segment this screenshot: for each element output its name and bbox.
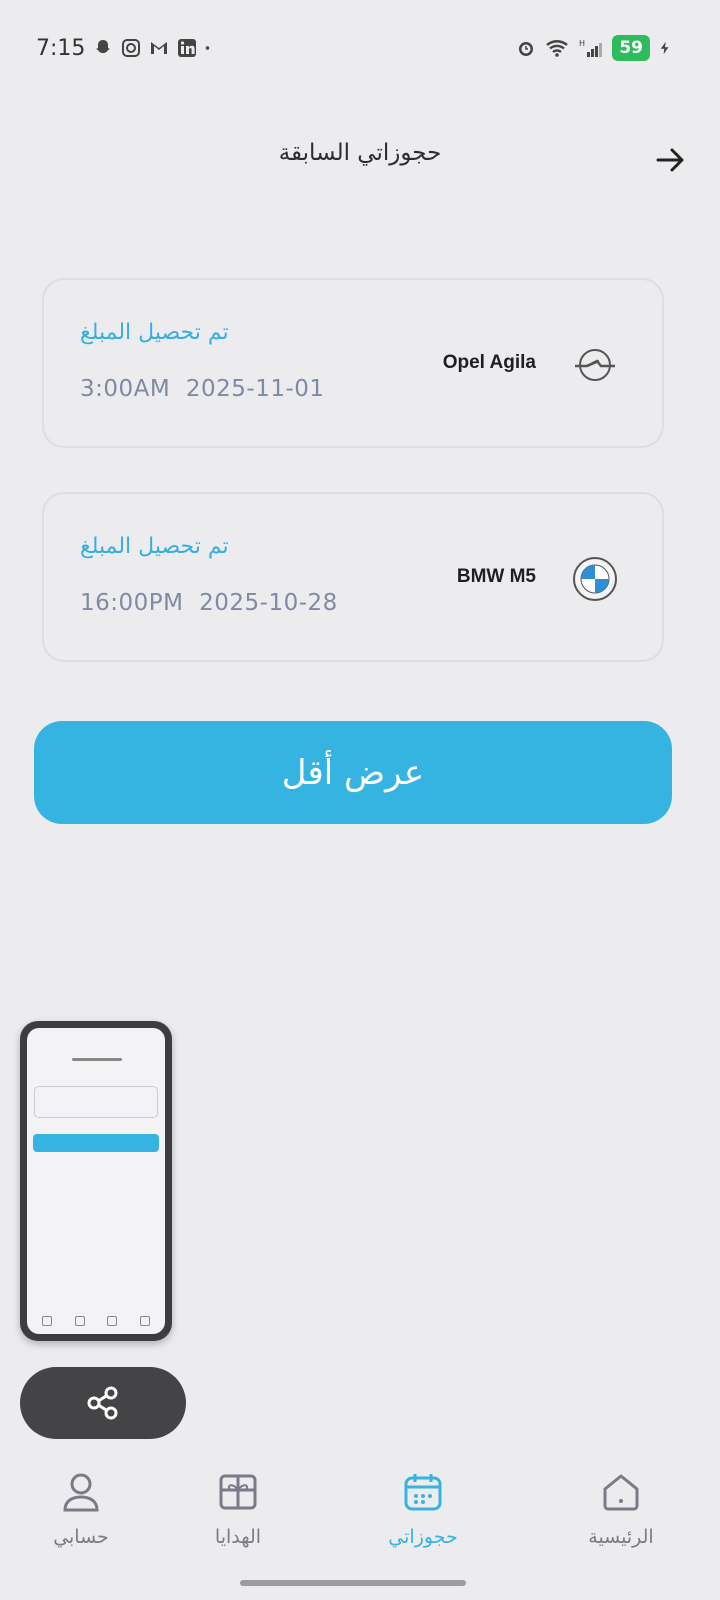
payment-status: تم تحصيل المبلغ xyxy=(80,320,229,345)
opel-logo-icon xyxy=(572,342,618,388)
booking-card[interactable]: تم تحصيل المبلغ 16:00PM 2025-10-28 BMW M… xyxy=(42,492,664,662)
notification-dot-icon xyxy=(206,46,210,50)
signal-icon: H xyxy=(579,39,603,57)
booking-datetime: 16:00PM 2025-10-28 xyxy=(80,590,338,616)
nav-label-home: الرئيسية xyxy=(588,1526,654,1548)
user-icon xyxy=(59,1470,103,1514)
preview-title xyxy=(72,1058,122,1061)
alarm-icon xyxy=(519,42,534,56)
linkedin-icon xyxy=(178,39,197,57)
nav-item-gifts[interactable]: الهدايا xyxy=(173,1470,303,1548)
nav-item-account[interactable]: حسابي xyxy=(16,1470,146,1548)
share-icon xyxy=(87,1386,118,1420)
back-button[interactable] xyxy=(650,140,690,180)
nav-item-bookings[interactable]: حجوزاتي xyxy=(358,1470,488,1548)
status-time: 7:15 xyxy=(36,35,86,61)
share-button[interactable] xyxy=(20,1367,186,1439)
bmw-logo-icon xyxy=(572,556,618,602)
status-left: 7:15 xyxy=(36,36,215,61)
arrow-right-icon xyxy=(656,148,684,172)
preview-card xyxy=(34,1086,158,1118)
car-model: BMW M5 xyxy=(456,566,536,587)
booking-date: 2025-10-28 xyxy=(199,590,338,616)
svg-text:H: H xyxy=(579,39,585,48)
bottom-nav: حسابي الهدايا حجوزاتي الرئيسية xyxy=(0,1460,720,1570)
home-icon xyxy=(599,1470,643,1514)
snapchat-icon xyxy=(96,40,111,53)
screen: 7:15 H 59 حجوزاتي السابقة تم تحصيل المبل… xyxy=(0,0,720,1600)
booking-time: 3:00AM xyxy=(80,376,171,402)
status-right: H 59 xyxy=(516,35,672,61)
status-bar: 7:15 H 59 xyxy=(36,28,672,68)
battery-level: 59 xyxy=(612,35,650,61)
booking-date: 2025-11-01 xyxy=(185,376,325,402)
car-model: Opel Agila xyxy=(442,352,536,373)
gmail-icon xyxy=(151,42,168,54)
gift-icon xyxy=(216,1470,260,1514)
page-title: حجوزاتي السابقة xyxy=(278,140,442,166)
show-less-button[interactable]: عرض أقل xyxy=(34,721,672,824)
nav-label-bookings: حجوزاتي xyxy=(388,1526,458,1548)
charging-icon xyxy=(660,41,669,55)
nav-label-gifts: الهدايا xyxy=(214,1526,262,1548)
wifi-icon xyxy=(546,40,569,57)
preview-button xyxy=(33,1134,159,1152)
calendar-icon xyxy=(401,1470,445,1514)
booking-datetime: 3:00AM 2025-11-01 xyxy=(80,376,325,402)
instagram-icon xyxy=(122,39,141,57)
preview-screen xyxy=(27,1028,165,1334)
booking-card[interactable]: تم تحصيل المبلغ 3:00AM 2025-11-01 Opel A… xyxy=(42,278,664,448)
screenshot-preview[interactable] xyxy=(20,1021,172,1341)
nav-item-home[interactable]: الرئيسية xyxy=(556,1470,686,1548)
booking-time: 16:00PM xyxy=(80,590,184,616)
nav-label-account: حسابي xyxy=(53,1526,109,1548)
preview-nav xyxy=(31,1316,161,1330)
payment-status: تم تحصيل المبلغ xyxy=(80,534,229,559)
home-indicator[interactable] xyxy=(240,1580,466,1586)
